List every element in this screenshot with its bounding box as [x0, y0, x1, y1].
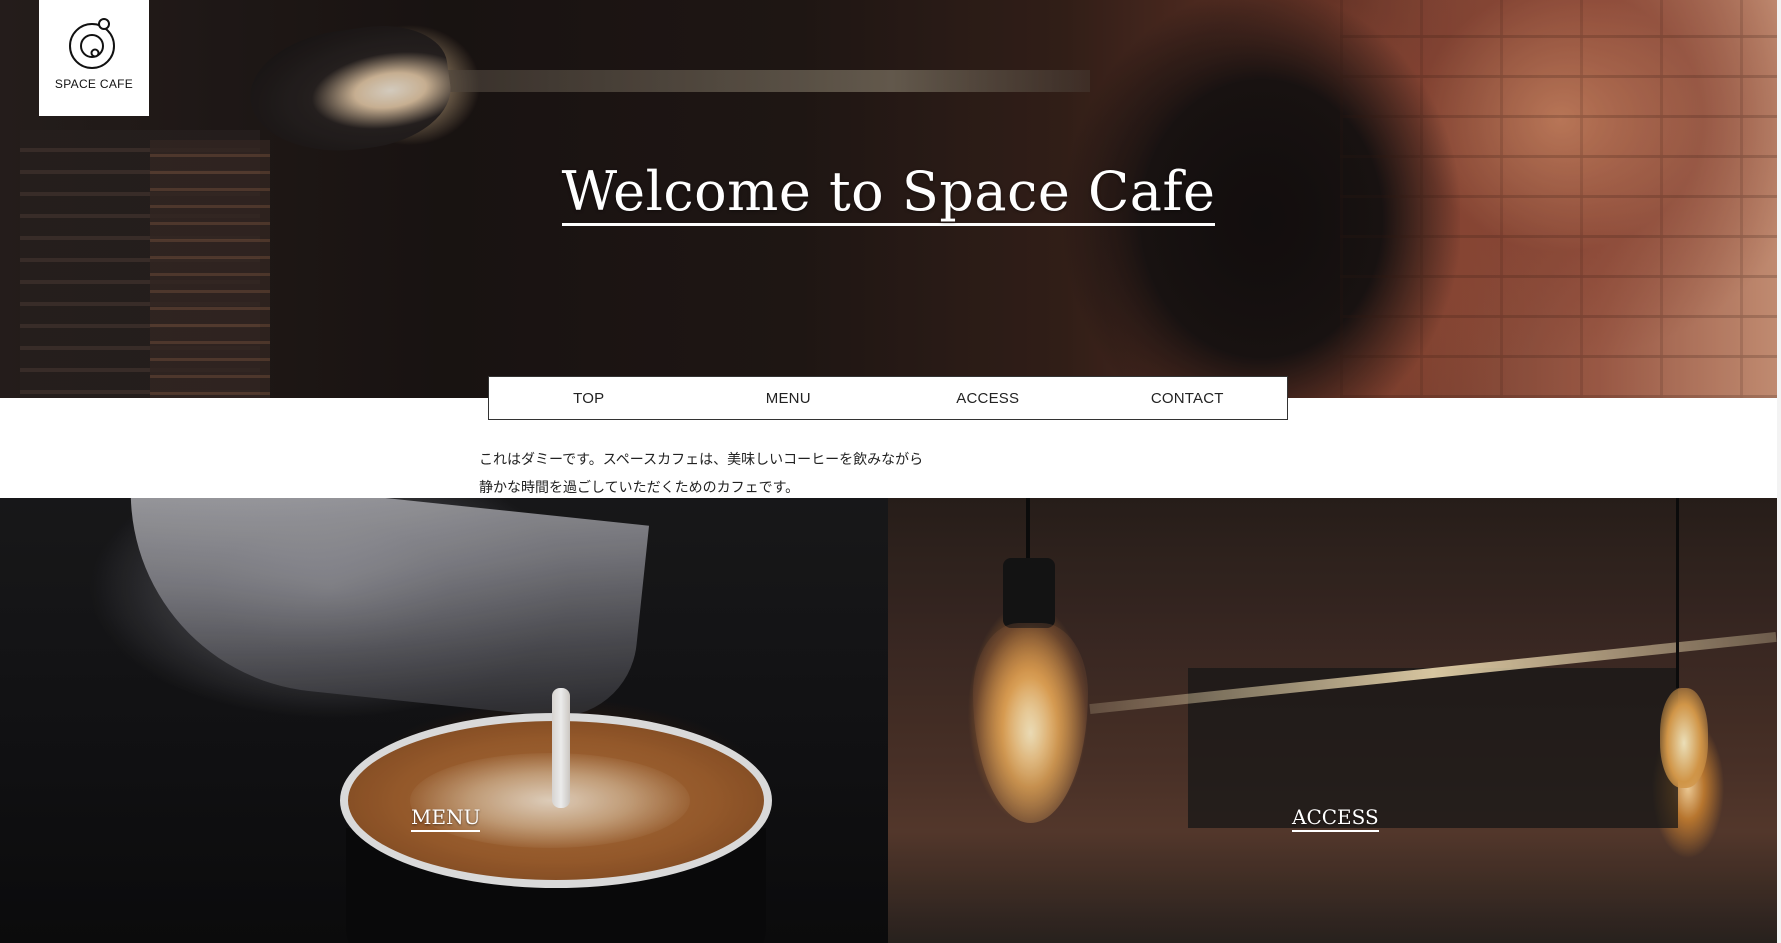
- hero-title[interactable]: Welcome to Space Cafe: [561, 160, 1216, 226]
- menu-panel-image[interactable]: [0, 498, 888, 943]
- planet-orbit-icon: [69, 18, 115, 69]
- access-panel-overlay: [888, 498, 1777, 943]
- site-logo[interactable]: SPACE CAFE: [39, 0, 149, 116]
- nav-item-access[interactable]: ACCESS: [888, 390, 1088, 407]
- main-nav: TOP MENU ACCESS CONTACT: [488, 376, 1288, 420]
- intro-text: これはダミーです。スペースカフェは、美味しいコーヒーを飲みながら 静かな時間を過…: [479, 445, 923, 501]
- intro-line-1: これはダミーです。スペースカフェは、美味しいコーヒーを飲みながら: [479, 451, 924, 467]
- nav-item-menu[interactable]: MENU: [689, 390, 889, 407]
- access-panel-image[interactable]: [888, 498, 1777, 943]
- hero-title-wrap: Welcome to Space Cafe: [0, 160, 1777, 226]
- nav-item-contact[interactable]: CONTACT: [1088, 390, 1288, 407]
- menu-panel-overlay: [0, 498, 888, 943]
- logo-text: SPACE CAFE: [54, 77, 134, 91]
- menu-panel-link[interactable]: MENU: [411, 805, 481, 832]
- page-scrollbar[interactable]: [1777, 0, 1781, 943]
- access-panel-link[interactable]: ACCESS: [1292, 805, 1379, 832]
- intro-line-2: 静かな時間を過ごしていただくためのカフェです。: [479, 479, 800, 495]
- nav-item-top[interactable]: TOP: [489, 390, 689, 407]
